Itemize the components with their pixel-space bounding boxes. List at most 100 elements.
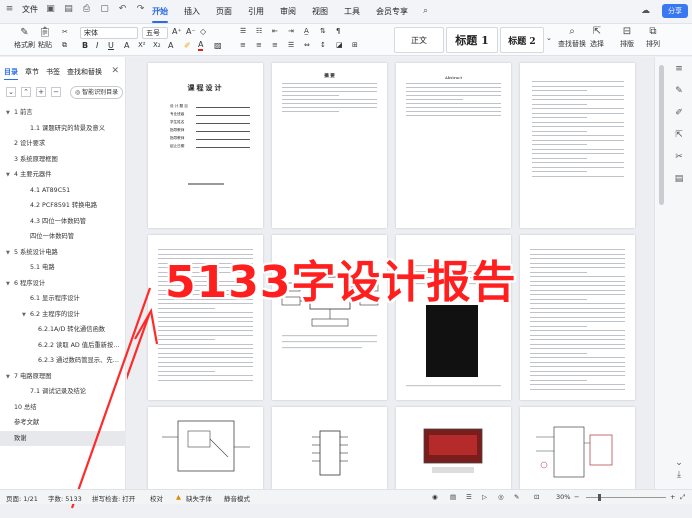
expand-arrow-icon[interactable]: ▼ — [22, 308, 30, 323]
toc-item[interactable]: ▼ 5 系统设计电路 — [0, 245, 126, 261]
file-menu[interactable]: 文件 — [22, 4, 38, 15]
copy-icon[interactable]: ⧉ — [62, 41, 67, 50]
remove-icon[interactable]: − — [51, 87, 61, 97]
play-icon[interactable]: ▷ — [482, 493, 487, 501]
text-effect-icon[interactable]: A — [168, 41, 173, 50]
toc-item[interactable]: 6.2.2 读取 AD 值后重新按键设置... — [0, 338, 126, 354]
font-name-select[interactable]: 宋体 — [80, 27, 138, 39]
select-icon[interactable]: ⇱ — [673, 129, 685, 141]
underline-icon[interactable]: U — [108, 41, 114, 50]
smart-toc-button[interactable]: ◎ 智能识别目录 — [70, 86, 124, 99]
tab-member[interactable]: 会员专享 — [376, 6, 408, 20]
toc-item[interactable]: 致谢 — [0, 430, 126, 446]
scrollbar[interactable] — [659, 65, 665, 475]
expand-arrow-icon[interactable]: ▼ — [6, 106, 14, 121]
highlight-icon[interactable]: ✐ — [184, 41, 191, 50]
nav-tab-chapters[interactable]: 章节 — [25, 67, 39, 77]
char-shade-icon[interactable]: ▨ — [214, 41, 222, 50]
reading-mode-toggle[interactable]: 静音模式 — [224, 493, 250, 503]
format-painter-button[interactable]: ✎ 格式刷 — [14, 27, 35, 50]
find-replace-button[interactable]: ⌕ 查找替换 — [558, 26, 586, 49]
spellcheck-toggle[interactable]: 拼写检查: 打开 — [92, 493, 135, 503]
align-right-icon[interactable]: ≡ — [272, 41, 278, 49]
page-indicator[interactable]: 页面: 1/21 — [6, 493, 38, 503]
tab-home[interactable]: 开始 — [152, 6, 168, 23]
cut-icon[interactable]: ✂ — [62, 28, 68, 36]
layout-button[interactable]: ⊟ 排版 — [620, 26, 634, 49]
toc-item[interactable]: 4.1 AT89C51 — [0, 183, 126, 199]
toc-item[interactable]: 3 系统原理框图 — [0, 152, 126, 168]
collapse-all-icon[interactable]: ⌄ — [6, 87, 16, 97]
paste-button[interactable]: 📋︎ 粘贴 — [38, 27, 52, 50]
font-size-select[interactable]: 五号 — [142, 27, 168, 39]
proofread-button[interactable]: 校对 — [150, 493, 163, 503]
chinese-layout-icon[interactable]: A̲ — [304, 27, 309, 35]
close-icon[interactable]: ✕ — [111, 66, 119, 76]
tab-insert[interactable]: 插入 — [184, 6, 200, 20]
expand-arrow-icon[interactable]: ▼ — [6, 277, 14, 292]
toc-item[interactable]: 4.2 PCF8591 转换电路 — [0, 198, 126, 214]
toc-item[interactable]: 10 总结 — [0, 400, 126, 416]
add-icon[interactable]: + — [36, 87, 46, 97]
page-text-4[interactable] — [520, 235, 635, 400]
scroll-end-icon[interactable]: ⤓ — [673, 469, 685, 481]
toc-item[interactable]: ▼ 7 电路原理图 — [0, 369, 126, 385]
justify-icon[interactable]: ☰ — [288, 41, 294, 49]
nav-tab-toc[interactable]: 目录 — [4, 67, 18, 80]
style-normal[interactable]: 正文 — [394, 27, 444, 53]
clear-format-icon[interactable]: ◇ — [200, 27, 206, 36]
grow-font-icon[interactable]: A⁺ — [172, 27, 182, 36]
toc-item[interactable]: 7.1 调试记录及结论 — [0, 384, 126, 400]
tab-reference[interactable]: 引用 — [248, 6, 264, 20]
nav-tab-bookmarks[interactable]: 书签 — [46, 67, 60, 77]
hamburger-icon[interactable]: ≡ — [4, 4, 15, 15]
subscript-icon[interactable]: X₂ — [153, 41, 161, 49]
strikethrough-icon[interactable]: A — [124, 41, 129, 50]
tab-tools[interactable]: 工具 — [344, 6, 360, 20]
toc-item[interactable]: ▼ 6 程序设计 — [0, 276, 126, 292]
scrollbar-thumb[interactable] — [659, 65, 664, 205]
zoom-slider-thumb[interactable] — [598, 494, 601, 501]
toc-item[interactable]: ▼ 1 前言 — [0, 105, 126, 121]
undo-icon[interactable]: ↶ — [117, 4, 128, 15]
search-icon[interactable]: ⌕ — [420, 6, 431, 17]
toc-item[interactable]: 6.2.1A/D 转化通信函数 — [0, 322, 126, 338]
eye-icon[interactable]: ◉ — [432, 493, 438, 501]
expand-arrow-icon[interactable]: ▼ — [6, 168, 14, 183]
fit-icon[interactable]: ⊡ — [534, 493, 539, 501]
page-abstract[interactable]: 摘 要 — [272, 63, 387, 228]
word-count[interactable]: 字数: 5133 — [48, 493, 82, 503]
toc-item[interactable]: 2 设计要求 — [0, 136, 126, 152]
print-icon[interactable]: ⎙ — [81, 4, 92, 15]
zoom-out-icon[interactable]: − — [574, 493, 579, 501]
italic-icon[interactable]: I — [96, 41, 98, 50]
share-button[interactable]: 分享 — [662, 4, 688, 18]
arrange-button[interactable]: ⧉ 排列 — [646, 26, 660, 49]
save-icon[interactable]: ▣ — [45, 4, 56, 15]
menu-icon[interactable]: ≡ — [673, 63, 685, 75]
page-display[interactable] — [396, 407, 511, 489]
shading-icon[interactable]: ◪ — [336, 41, 343, 49]
outline-view-icon[interactable]: ☰ — [466, 493, 472, 501]
styles-more-icon[interactable]: ⌄ — [546, 34, 552, 42]
align-center-icon[interactable]: ≡ — [256, 41, 262, 49]
missing-font-button[interactable]: 缺失字体 — [186, 493, 212, 503]
toc-item[interactable]: 四位一体数码管 — [0, 229, 126, 245]
expand-arrow-icon[interactable]: ▼ — [6, 246, 14, 261]
align-left-icon[interactable]: ≡ — [240, 41, 246, 49]
scissor-icon[interactable]: ✂ — [673, 151, 685, 163]
toc-item[interactable]: 6.2.3 通过数码管显示、先计... — [0, 353, 126, 369]
line-spacing-icon[interactable]: ↕ — [320, 41, 326, 49]
toc-item[interactable]: 参考文献 — [0, 415, 126, 431]
toc-item[interactable]: ▼ 4 主要元器件 — [0, 167, 126, 183]
fullscreen-icon[interactable]: ⤢ — [680, 493, 685, 502]
page-toc[interactable] — [520, 63, 635, 228]
toc-item[interactable]: 6.1 显示程序设计 — [0, 291, 126, 307]
page-english-abstract[interactable]: Abstract — [396, 63, 511, 228]
border-icon[interactable]: ⊞ — [352, 41, 358, 49]
page-circuit-1[interactable] — [148, 407, 263, 489]
toc-item[interactable]: 4.3 四位一体数码管 — [0, 214, 126, 230]
superscript-icon[interactable]: X² — [138, 41, 146, 49]
doc-icon[interactable]: ▤ — [673, 173, 685, 185]
cloud-icon[interactable]: ☁ — [640, 6, 651, 17]
